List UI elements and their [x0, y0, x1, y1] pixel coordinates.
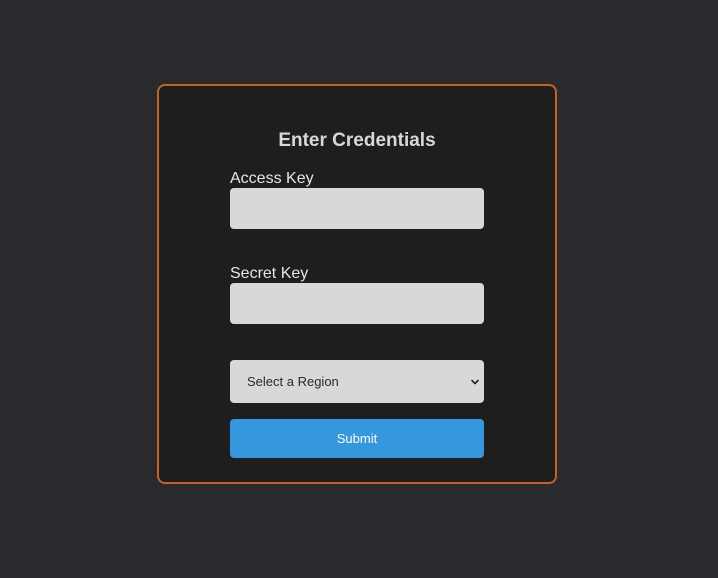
submit-button[interactable]: Submit: [230, 419, 484, 458]
access-key-input[interactable]: [230, 188, 484, 229]
region-select-value: Select a Region: [247, 374, 339, 389]
secret-key-label: Secret Key: [230, 265, 309, 282]
region-select[interactable]: Select a Region: [230, 360, 484, 403]
credentials-card: Enter Credentials Access Key Secret Key …: [157, 84, 557, 484]
access-key-label: Access Key: [230, 170, 314, 187]
chevron-down-icon: [471, 379, 479, 384]
secret-key-input[interactable]: [230, 283, 484, 324]
form-title: Enter Credentials: [278, 130, 436, 151]
